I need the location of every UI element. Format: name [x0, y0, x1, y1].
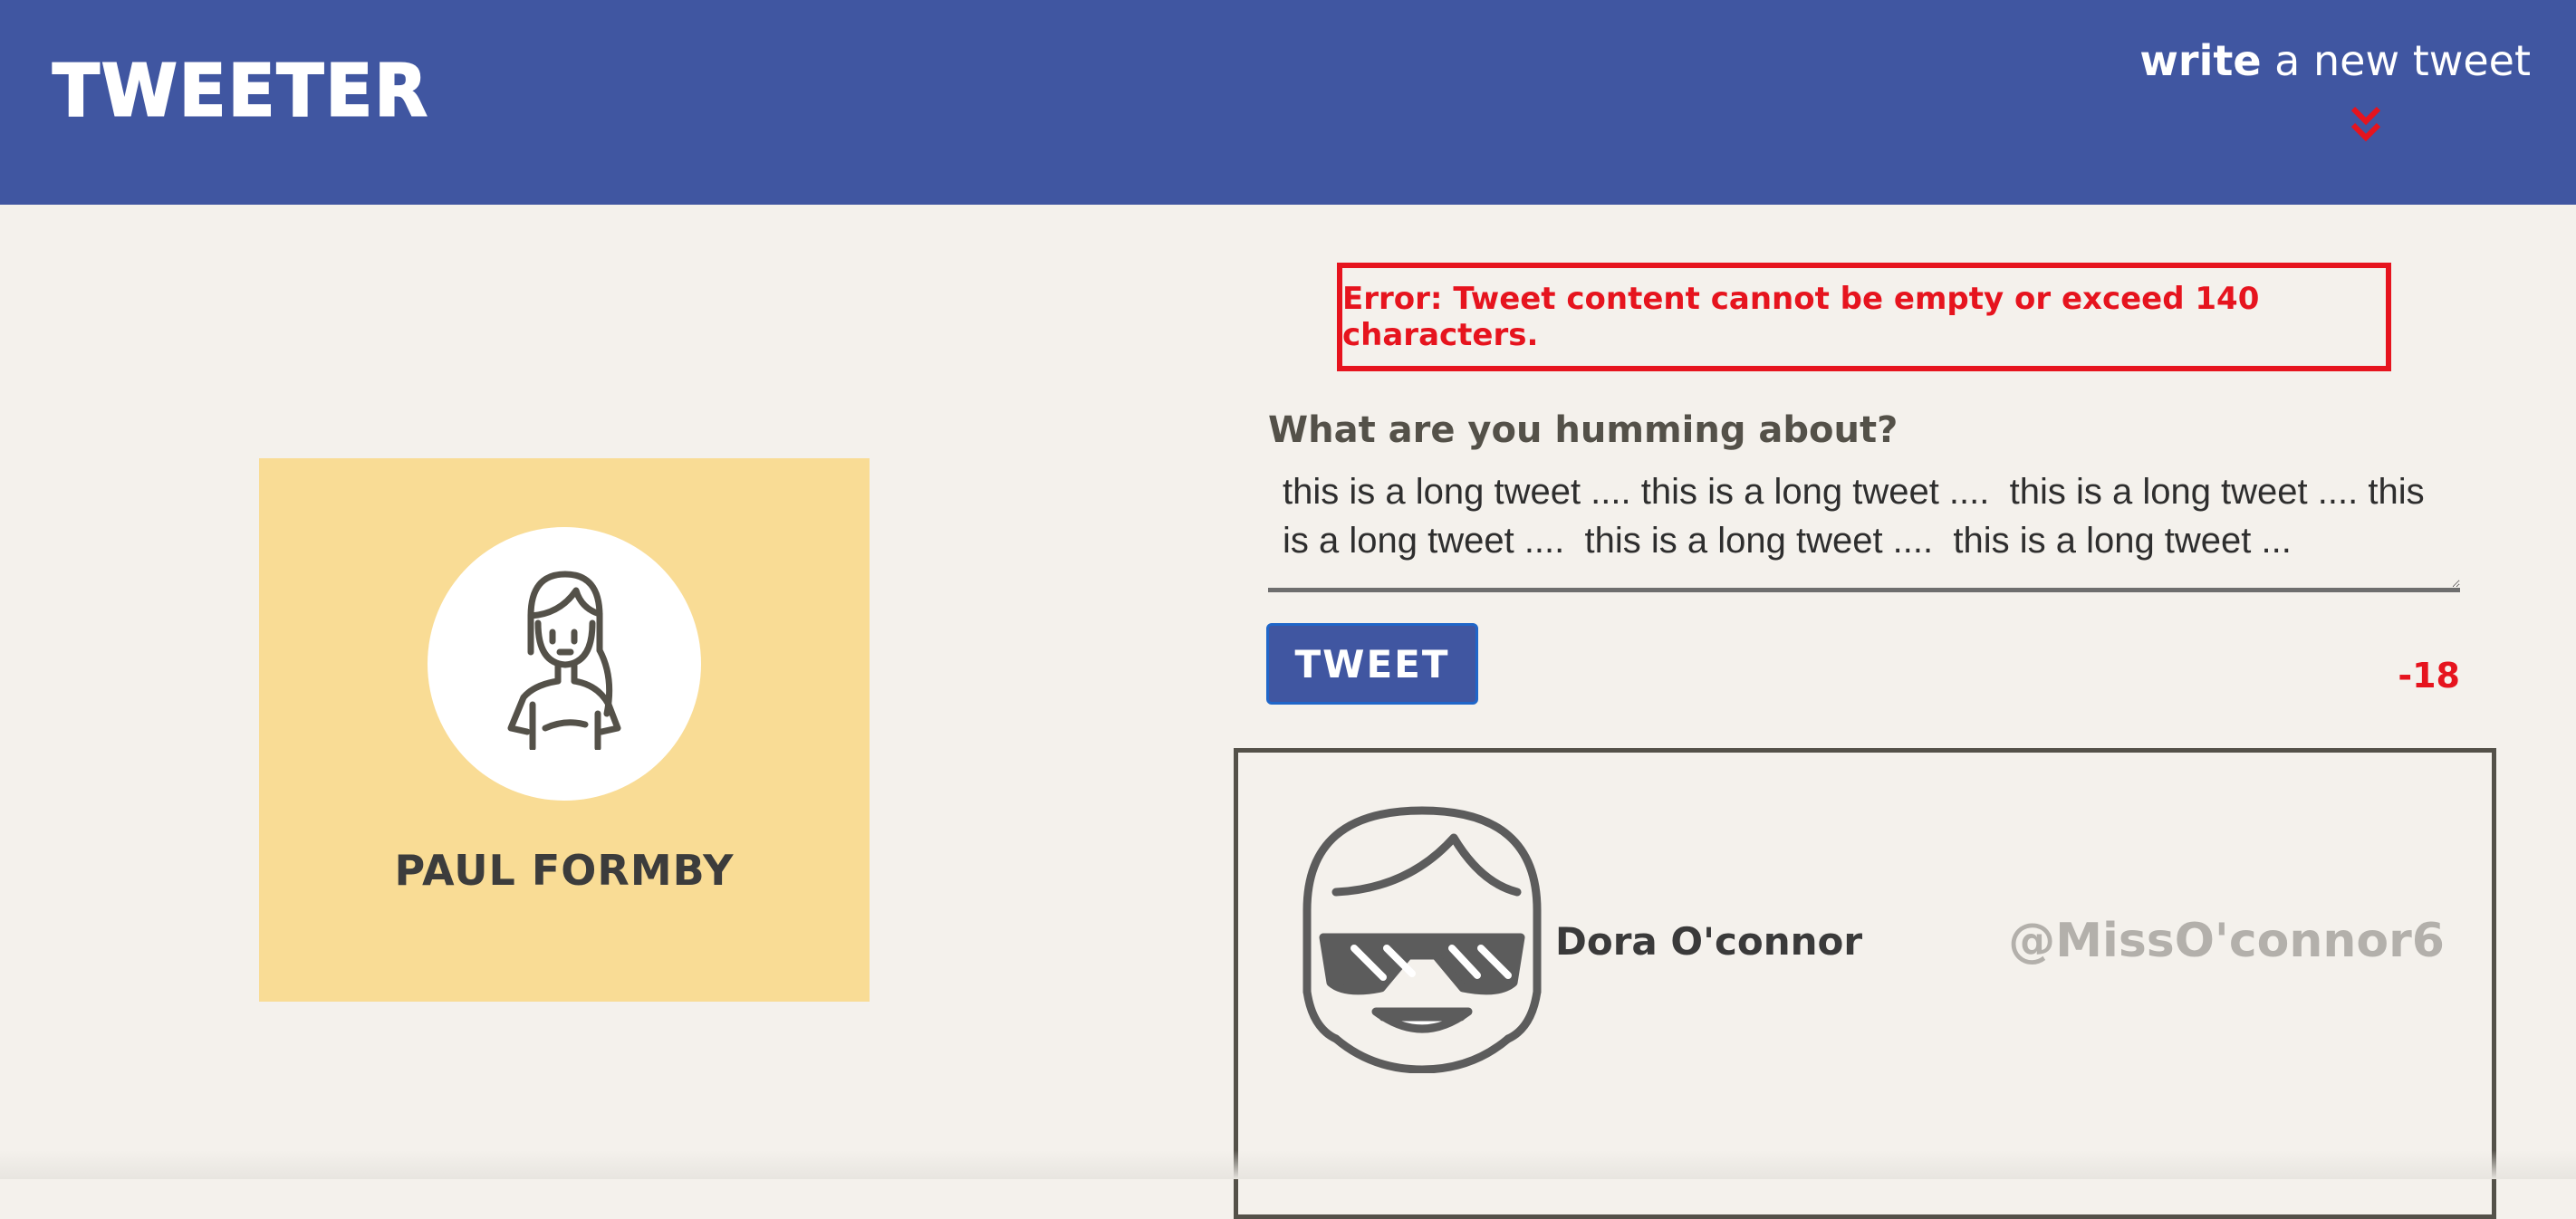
profile-card: PAUL FORMBY [259, 458, 870, 1002]
user-avatar-icon [507, 571, 621, 750]
new-tweet-text: a new tweet [2261, 36, 2531, 85]
tweet-button[interactable]: TWEET [1266, 623, 1478, 705]
top-nav: TWEETER write a new tweet [0, 0, 2576, 205]
character-counter: -18 [2398, 656, 2460, 696]
profile-avatar [428, 527, 701, 801]
brand-logo[interactable]: TWEETER [52, 53, 429, 128]
tweet-author-handle: @MissO'connor6 [2008, 914, 2445, 968]
user-avatar-icon [1302, 806, 1542, 1073]
write-new-tweet-toggle[interactable]: write a new tweet [2139, 38, 2531, 142]
double-chevron-down-icon[interactable] [2348, 103, 2384, 145]
tweet-author-name: Dora O'connor [1555, 919, 1863, 964]
compose-label: What are you humming about? [1268, 409, 1898, 451]
write-new-tweet-label[interactable]: write a new tweet [2139, 38, 2531, 84]
error-message: Error: Tweet content cannot be empty or … [1337, 263, 2391, 371]
tweet-textarea[interactable]: this is a long tweet .... this is a long… [1268, 467, 2460, 592]
profile-name: PAUL FORMBY [394, 846, 735, 895]
write-bold-text: write [2139, 36, 2262, 85]
tweet-card: Dora O'connor @MissO'connor6 [1234, 748, 2496, 1219]
page-bottom-fade [0, 1150, 2576, 1179]
